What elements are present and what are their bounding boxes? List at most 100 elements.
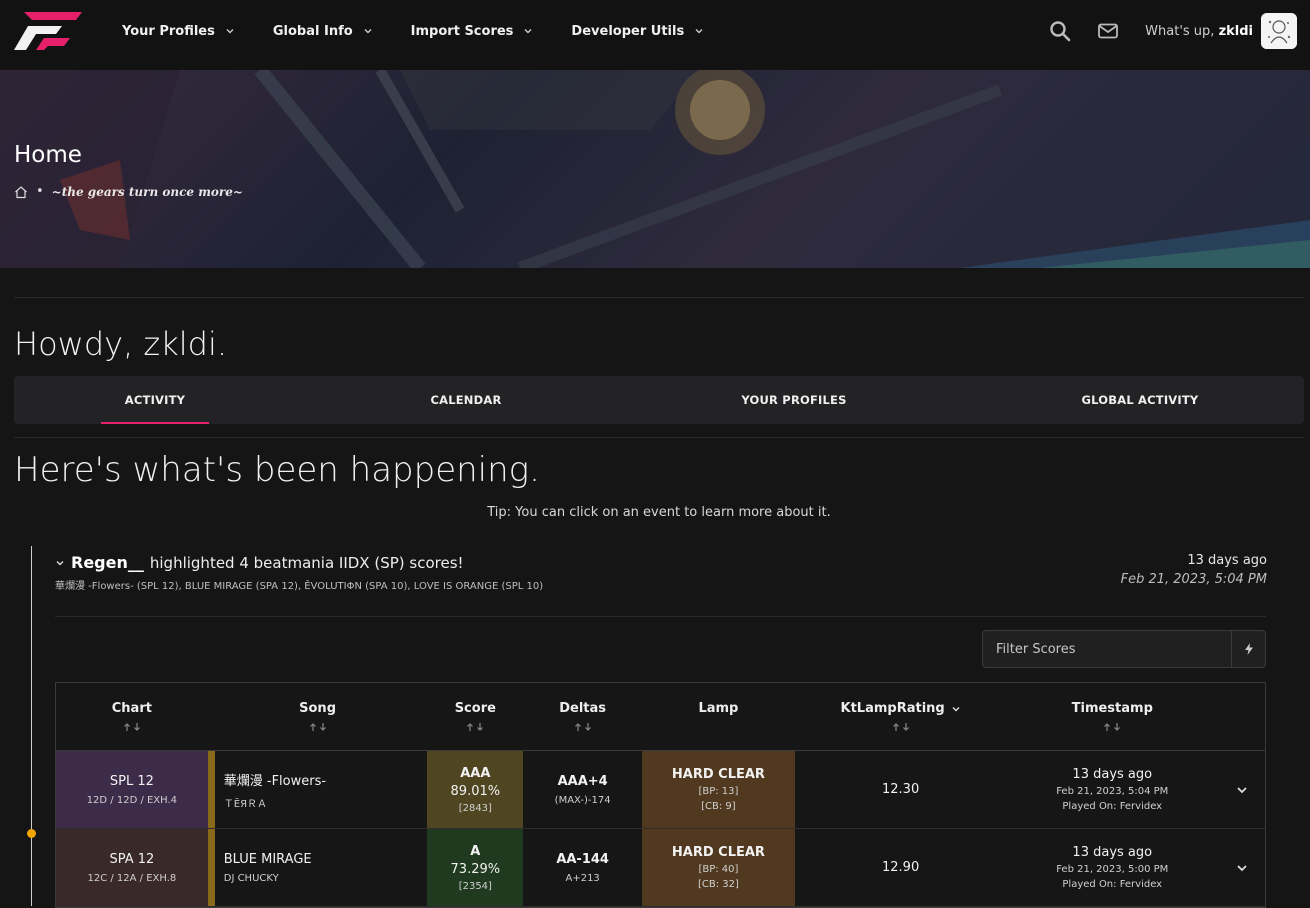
timeline-line	[31, 546, 32, 906]
lamp-name: HARD CLEAR	[671, 767, 765, 782]
col-timestamp[interactable]: Timestamp	[1006, 683, 1218, 750]
col-deltas[interactable]: Deltas	[523, 683, 642, 750]
tab-label: YOUR PROFILES	[741, 393, 847, 407]
chart-cell: SPA 12 12C / 12A / EXH.8	[56, 829, 208, 906]
welcome-heading: Howdy, zkldi.	[14, 325, 227, 363]
filter-scores-input[interactable]	[983, 631, 1231, 667]
song-color-bar	[207, 829, 215, 906]
tab-your-profiles[interactable]: YOUR PROFILES	[724, 376, 864, 424]
score-percent: 89.01%	[450, 783, 501, 799]
filter-box	[982, 630, 1266, 668]
search-icon[interactable]	[1049, 20, 1071, 42]
lamp-cell: HARD CLEAR [BP: 13] [CB: 9]	[642, 751, 795, 828]
chevron-down-icon	[524, 29, 532, 34]
chart-levels: 12C / 12A / EXH.8	[87, 872, 177, 884]
user-greeting[interactable]: What's up, zkldi	[1145, 24, 1253, 39]
col-label: Lamp	[698, 701, 739, 716]
song-cell[interactable]: BLUE MIRAGE DJ CHUCKY	[207, 829, 428, 906]
event-user[interactable]: Regen__	[71, 553, 144, 572]
song-cell[interactable]: 華爛漫 -Flowers- ＴĒЯＲＡ	[207, 751, 428, 828]
activity-heading: Here's what's been happening.	[14, 450, 540, 490]
col-label: KtLampRating	[840, 701, 945, 716]
nav-label: Global Info	[272, 23, 353, 39]
score-ex: [2354]	[458, 880, 492, 892]
event-songs: 華爛漫 -Flowers- (SPL 12), BLUE MIRAGE (SPA…	[55, 581, 544, 592]
breadcrumb: • ~the gears turn once more~	[14, 184, 243, 199]
site-logo[interactable]	[14, 12, 82, 52]
score-cell: AAA 89.01% [2843]	[427, 751, 524, 828]
event-text: highlighted 4 beatmania IIDX (SP) scores…	[149, 553, 464, 572]
tab-activity[interactable]: ACTIVITY	[101, 376, 209, 424]
table-row[interactable]: SPL 12 12D / 12D / EXH.4 華爛漫 -Flowers- Ｔ…	[56, 751, 1265, 829]
chevron-down-icon	[364, 29, 372, 34]
sort-icon	[1104, 723, 1121, 731]
rating-value: 12.30	[882, 782, 920, 797]
song-title: BLUE MIRAGE	[223, 851, 312, 867]
col-label: Deltas	[559, 701, 607, 716]
chevron-down-icon[interactable]	[1236, 862, 1248, 874]
nav-your-profiles[interactable]: Your Profiles	[122, 24, 235, 39]
chart-difficulty: SPL 12	[109, 773, 154, 789]
delta-grade: AA-144	[556, 851, 609, 867]
event-ago: 13 days ago	[1187, 553, 1267, 568]
delta-cell: AAA+4 (MAX-)-174	[523, 751, 642, 828]
divider	[14, 437, 1304, 438]
col-label: Score	[454, 701, 496, 716]
nav-global-info[interactable]: Global Info	[273, 24, 373, 39]
event-time: 13 days ago Feb 21, 2023, 5:04 PM	[1121, 553, 1267, 587]
score-percent: 73.29%	[450, 861, 501, 877]
col-score[interactable]: Score	[427, 683, 523, 750]
col-song[interactable]: Song	[208, 683, 428, 750]
col-ktlamprating[interactable]: KtLampRating	[795, 683, 1007, 750]
lamp-cb: [CB: 9]	[701, 801, 736, 812]
page-banner: Home • ~the gears turn once more~	[0, 70, 1310, 268]
scores-table: Chart Song Score Deltas Lamp KtLampRatin…	[55, 682, 1266, 908]
activity-event[interactable]: Regen__ highlighted 4 beatmania IIDX (SP…	[55, 553, 1267, 592]
sort-icon	[467, 723, 484, 731]
song-title: 華爛漫 -Flowers-	[223, 773, 327, 789]
time-stamp: Feb 21, 2023, 5:04 PM	[1056, 786, 1169, 797]
col-lamp[interactable]: Lamp	[642, 683, 795, 750]
filter-button[interactable]	[1231, 631, 1265, 667]
time-ago: 13 days ago	[1072, 767, 1153, 782]
chart-difficulty: SPA 12	[109, 851, 155, 867]
nav-import-scores[interactable]: Import Scores	[411, 24, 534, 39]
lamp-name: HARD CLEAR	[671, 845, 765, 860]
expand-cell[interactable]	[1218, 829, 1265, 906]
expand-cell[interactable]	[1218, 751, 1265, 828]
event-title: Regen__ highlighted 4 beatmania IIDX (SP…	[55, 553, 1267, 572]
lamp-cell: HARD CLEAR [BP: 40] [CB: 32]	[642, 829, 795, 906]
delta-max: A+213	[565, 872, 600, 884]
chevron-down-icon[interactable]	[1236, 784, 1248, 796]
song-artist: DJ CHUCKY	[223, 872, 279, 884]
time-cell: 13 days ago Feb 21, 2023, 5:04 PM Played…	[1006, 751, 1218, 828]
col-chart[interactable]: Chart	[56, 683, 208, 750]
divider	[55, 616, 1266, 617]
tab-global-activity[interactable]: GLOBAL ACTIVITY	[1070, 376, 1210, 424]
tab-bar: ACTIVITY CALENDAR YOUR PROFILES GLOBAL A…	[14, 376, 1304, 424]
lamp-bp: [BP: 13]	[698, 786, 739, 797]
mail-icon[interactable]	[1097, 20, 1119, 42]
top-navbar: Your Profiles Global Info Import Scores …	[0, 0, 1310, 70]
breadcrumb-separator: •	[36, 184, 44, 199]
bolt-icon	[1244, 643, 1253, 655]
time-stamp: Feb 21, 2023, 5:00 PM	[1056, 864, 1169, 875]
lamp-bp: [BP: 40]	[698, 864, 739, 875]
nav-developer-utils[interactable]: Developer Utils	[571, 24, 704, 39]
sort-icon	[309, 723, 326, 731]
col-label: Song	[299, 701, 336, 716]
greeting-prefix: What's up,	[1145, 23, 1215, 39]
chevron-down-icon	[952, 706, 960, 711]
rating-cell: 12.30	[795, 751, 1007, 828]
rating-cell: 12.90	[795, 829, 1007, 906]
sort-icon	[574, 723, 591, 731]
chevron-down-icon	[695, 29, 703, 34]
table-row[interactable]: SPA 12 12C / 12A / EXH.8 BLUE MIRAGE DJ …	[56, 829, 1265, 907]
nav-label: Developer Utils	[571, 23, 685, 39]
chevron-down-icon[interactable]	[55, 558, 65, 568]
delta-max: (MAX-)-174	[554, 794, 611, 806]
tab-calendar[interactable]: CALENDAR	[412, 376, 520, 424]
avatar[interactable]	[1261, 13, 1297, 49]
home-icon[interactable]	[14, 185, 28, 199]
time-ago: 13 days ago	[1072, 845, 1153, 860]
